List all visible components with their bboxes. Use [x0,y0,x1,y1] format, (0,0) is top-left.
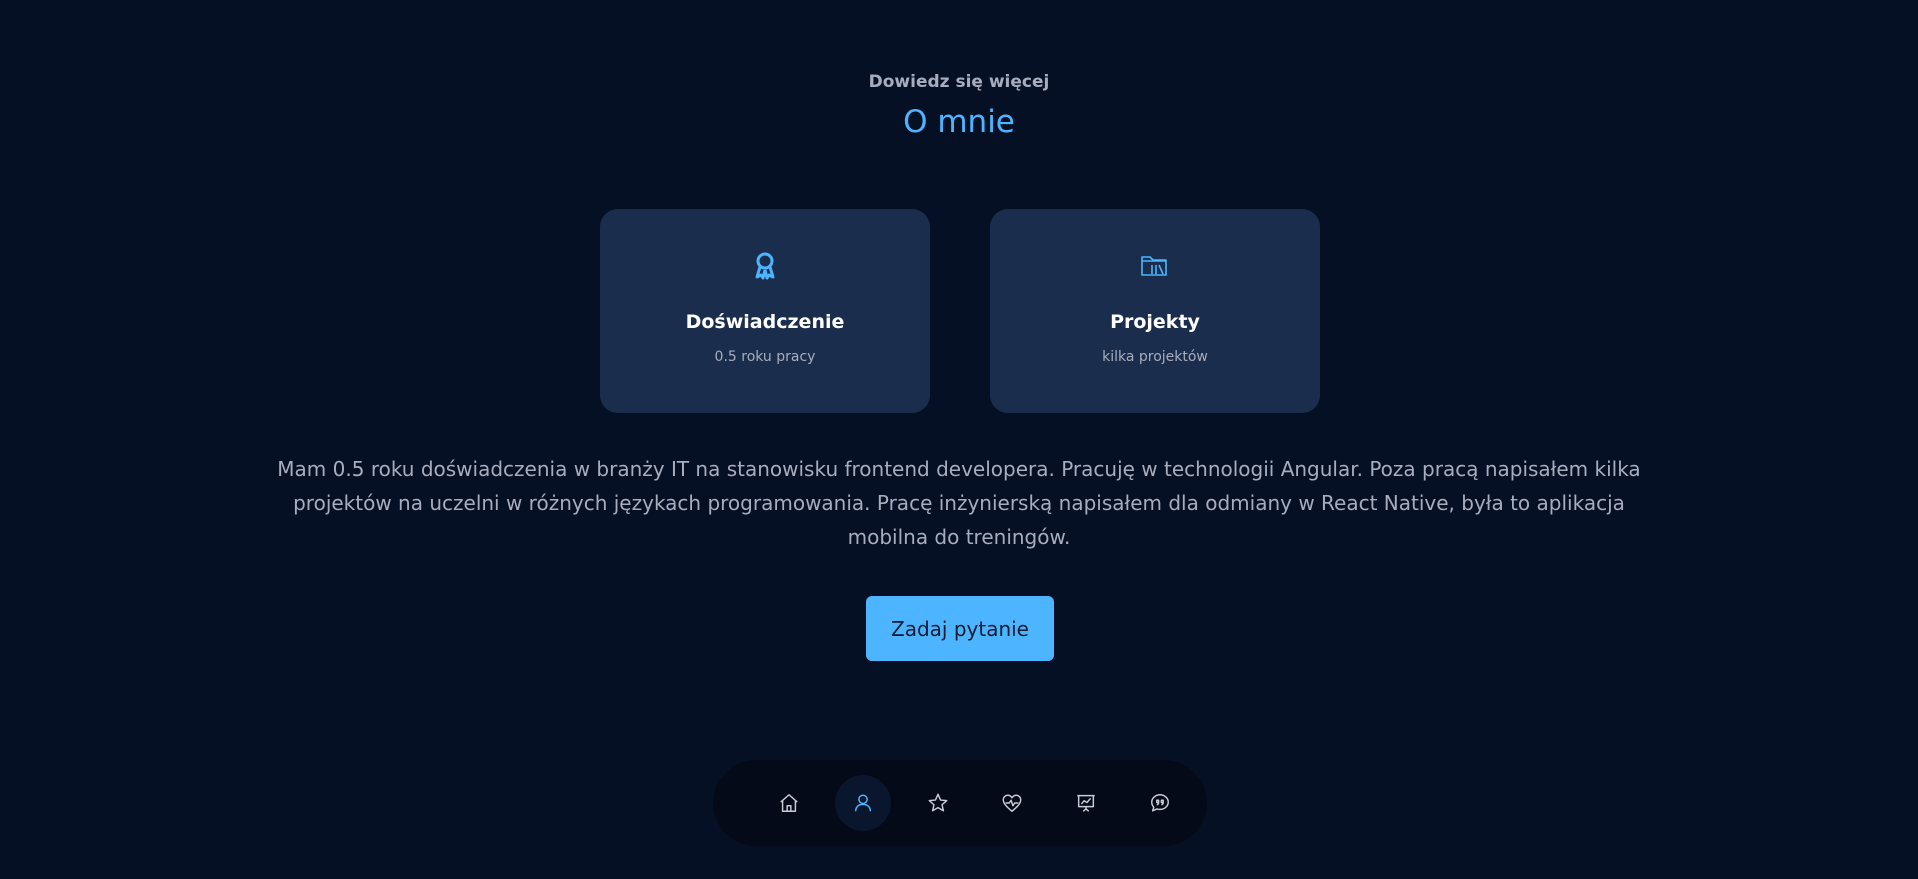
presentation-icon [1077,794,1095,812]
section-title: O mnie [903,104,1015,140]
about-description: Mam 0.5 roku doświadczenia w branży IT n… [277,457,1641,549]
nav-contact[interactable] [1132,775,1188,831]
award-icon [600,249,930,285]
heart-pulse-icon [1002,794,1022,812]
experience-card-title: Doświadczenie [685,311,845,333]
experience-card-subtitle: 0.5 roku pracy [714,349,816,365]
home-icon [780,794,798,812]
about-section: Dowiedz się więcej O mnie Doświadczenie … [0,0,1918,879]
projects-card: Projekty kilka projektów [990,209,1320,413]
nav-about[interactable] [835,775,891,831]
ask-question-button[interactable]: Zadaj pytanie [866,596,1054,661]
bottom-navigation [713,760,1207,846]
nav-home[interactable] [761,775,817,831]
projects-card-title: Projekty [1110,311,1200,333]
star-icon [928,793,948,812]
user-icon [854,794,872,812]
chat-quote-icon [1151,794,1169,812]
experience-card: Doświadczenie 0.5 roku pracy [600,209,930,413]
section-subtitle: Dowiedz się więcej [868,72,1050,92]
folder-icon [990,249,1320,285]
nav-skills[interactable] [910,775,966,831]
nav-portfolio[interactable] [1058,775,1114,831]
nav-services[interactable] [984,775,1040,831]
projects-card-subtitle: kilka projektów [1102,349,1208,365]
